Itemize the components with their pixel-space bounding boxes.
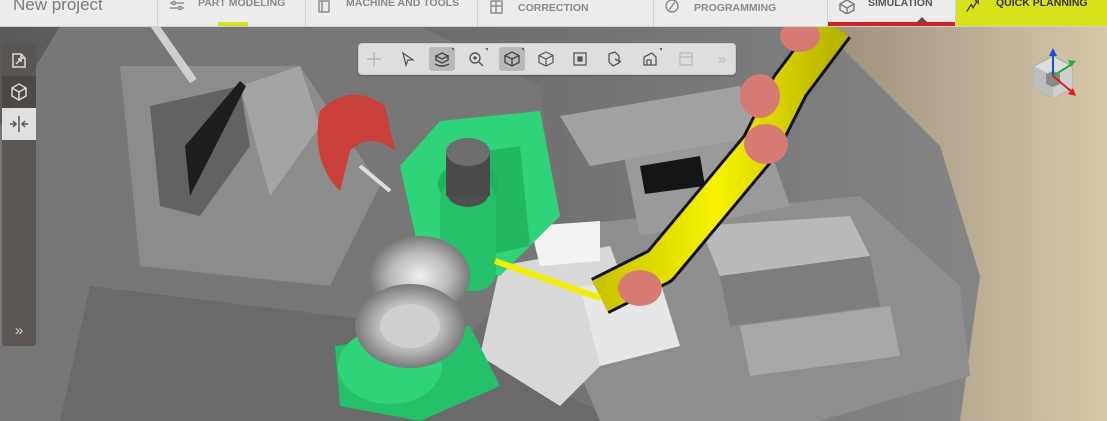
select-button[interactable] (395, 47, 421, 71)
wireframe-view-button[interactable] (533, 47, 559, 71)
expand-view-toolbar-button[interactable]: » (711, 47, 733, 71)
tab-label: QUICK PLANNING (996, 0, 1088, 9)
solid-view-icon (504, 51, 520, 67)
tab-active-bar (828, 22, 956, 26)
zoom-icon (469, 52, 484, 67)
simulation-viewport[interactable] (0, 26, 1107, 421)
orbit-button[interactable] (429, 47, 455, 71)
tab-label: MACHINE AND TOOLS (346, 0, 460, 9)
fit-view-button[interactable] (567, 47, 593, 71)
zoom-button[interactable] (463, 47, 489, 71)
correction-icon (490, 0, 503, 14)
measure-button[interactable] (637, 47, 663, 71)
tab-label: SIMULATION (868, 0, 933, 9)
orientation-cube[interactable] (1020, 46, 1086, 112)
bend-marker (618, 270, 662, 306)
tab-label: PART MODELING (198, 0, 286, 9)
cube-view-icon (11, 83, 27, 101)
tab-correction[interactable]: CORRECTION (477, 0, 653, 26)
left-toolbar: » (2, 44, 36, 346)
orbit-icon (434, 52, 450, 67)
solid-view-button[interactable] (499, 47, 525, 71)
pin-icon (367, 52, 381, 66)
wireframe-view-icon (538, 51, 554, 67)
top-tab-bar: New project PART MODELING MACHINE AND TO… (0, 0, 1107, 27)
screenshot-icon (679, 52, 693, 66)
tab-quick-planning[interactable]: QUICK PLANNING (955, 0, 1107, 26)
project-name[interactable]: New project (13, 0, 103, 15)
tab-programming[interactable]: PROGRAMMING (653, 0, 827, 26)
tab-progress-bar (218, 22, 248, 26)
bend-marker (740, 74, 780, 118)
measure-icon (643, 52, 657, 66)
quick-planning-icon (966, 0, 979, 12)
machine-icon (318, 0, 330, 13)
tab-part-modeling[interactable]: PART MODELING (157, 0, 305, 26)
view-toolbar: » (358, 43, 736, 75)
tab-label: CORRECTION (518, 2, 589, 14)
tab-machine-and-tools[interactable]: MACHINE AND TOOLS (305, 0, 477, 26)
cube-view-button[interactable] (2, 76, 36, 108)
sliders-icon (170, 0, 184, 11)
screenshot-button[interactable] (673, 47, 699, 71)
fit-view-icon (573, 52, 587, 66)
tab-simulation[interactable]: SIMULATION (827, 0, 956, 26)
simulation-icon (839, 0, 855, 14)
machine-scene[interactable] (0, 26, 1107, 421)
select-icon (401, 51, 416, 67)
perspective-icon (608, 51, 622, 67)
perspective-button[interactable] (601, 47, 627, 71)
bend-marker (744, 124, 788, 164)
expand-left-toolbar-button[interactable]: » (4, 316, 34, 344)
orientation-cube-icon (1033, 48, 1076, 99)
collapse-icon (10, 116, 28, 132)
export-icon (12, 53, 26, 68)
collapse-button[interactable] (2, 108, 36, 140)
tab-label: PROGRAMMING (694, 2, 777, 14)
pin-button[interactable] (361, 47, 387, 71)
programming-icon (665, 0, 679, 13)
export-button[interactable] (2, 44, 36, 76)
